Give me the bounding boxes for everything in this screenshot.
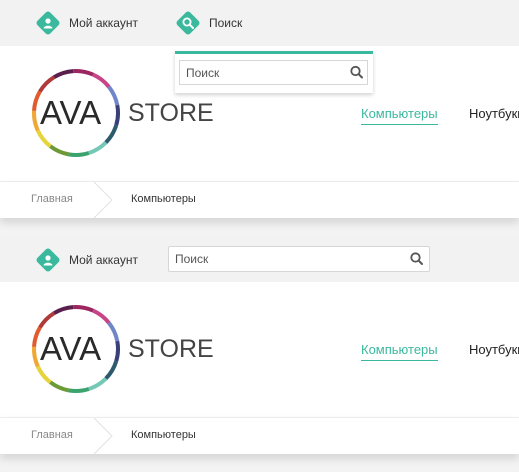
top-bar: Мой аккаунт	[0, 236, 519, 282]
search-submit-button[interactable]	[346, 61, 368, 84]
search-dropdown	[175, 51, 373, 93]
screen-search-inline: Мой аккаунт AVA STORE Компьютеры Ноутбук…	[0, 236, 519, 472]
logo-ring-segment	[68, 151, 90, 157]
my-account-link[interactable]: Мой аккаунт	[34, 246, 138, 274]
nav-item-laptops[interactable]: Ноутбуки	[469, 106, 519, 121]
logo-ring-segment	[107, 321, 120, 342]
search-input[interactable]	[169, 247, 399, 271]
screen-search-dropdown-open: Мой аккаунт Поиск AVA STORE Компьютеры Н…	[0, 0, 519, 236]
header: AVA STORE Компьютеры Ноутбуки	[0, 282, 519, 417]
logo-ring-segment	[38, 75, 56, 93]
search-toggle-link[interactable]: Поиск	[174, 9, 242, 37]
magnifier-icon	[410, 252, 423, 265]
logo-ring-segment	[35, 365, 52, 384]
top-bar: Мой аккаунт Поиск	[0, 0, 519, 46]
search-submit-button[interactable]	[405, 247, 429, 271]
logo-ring-segment	[88, 377, 108, 391]
logo-ring-segment	[68, 387, 90, 393]
logo-ring-segment	[88, 141, 108, 155]
logo-ring-segment	[104, 124, 119, 144]
user-icon	[34, 246, 62, 274]
breadcrumb-current: Компьютеры	[131, 193, 196, 205]
search-input[interactable]	[180, 61, 340, 84]
breadcrumb-home-label[interactable]: Главная	[31, 193, 73, 205]
breadcrumb-separator-icon	[93, 418, 113, 454]
logo-subtext: STORE	[128, 99, 214, 127]
breadcrumb-current: Компьютеры	[131, 429, 196, 441]
logo-ring-segment	[92, 72, 111, 89]
logo-text: AVA	[40, 330, 102, 367]
search-icon	[174, 9, 202, 37]
logo-ring-segment	[49, 144, 70, 157]
my-account-label: Мой аккаунт	[69, 16, 138, 30]
search-toggle-label: Поиск	[209, 16, 243, 30]
logo-ring-segment	[92, 308, 111, 325]
logo-ring-segment	[114, 340, 120, 362]
logo-ring-segment	[32, 110, 40, 132]
logo-ring-segment	[73, 305, 94, 313]
search-field-wrapper	[168, 246, 430, 272]
search-field-wrapper	[179, 60, 368, 85]
nav-item-computers[interactable]: Компьютеры	[361, 106, 438, 125]
logo-ring-segment	[38, 311, 56, 329]
logo-ring-segment	[53, 305, 74, 315]
logo-ring-segment	[53, 69, 74, 79]
logo-ring-segment	[104, 360, 119, 380]
nav-item-computers[interactable]: Компьютеры	[361, 342, 438, 361]
nav-item-laptops[interactable]: Ноутбуки	[469, 342, 519, 357]
logo-ring-segment	[32, 346, 40, 368]
my-account-label: Мой аккаунт	[69, 253, 138, 267]
logo-text: AVA	[40, 94, 102, 131]
logo-ring-segment	[35, 129, 52, 148]
logo-ring-segment	[49, 380, 70, 393]
logo-ring-segment	[73, 69, 94, 77]
breadcrumb: Главная Компьютеры	[0, 417, 519, 454]
breadcrumb-home-label[interactable]: Главная	[31, 429, 73, 441]
logo-ring-segment	[107, 85, 120, 106]
logo-ring-segment	[114, 104, 120, 126]
my-account-link[interactable]: Мой аккаунт	[34, 9, 138, 37]
breadcrumb-separator-icon	[93, 182, 113, 218]
breadcrumb: Главная Компьютеры	[0, 181, 519, 218]
magnifier-icon	[350, 65, 363, 79]
logo-subtext: STORE	[128, 335, 214, 363]
user-icon	[34, 9, 62, 37]
